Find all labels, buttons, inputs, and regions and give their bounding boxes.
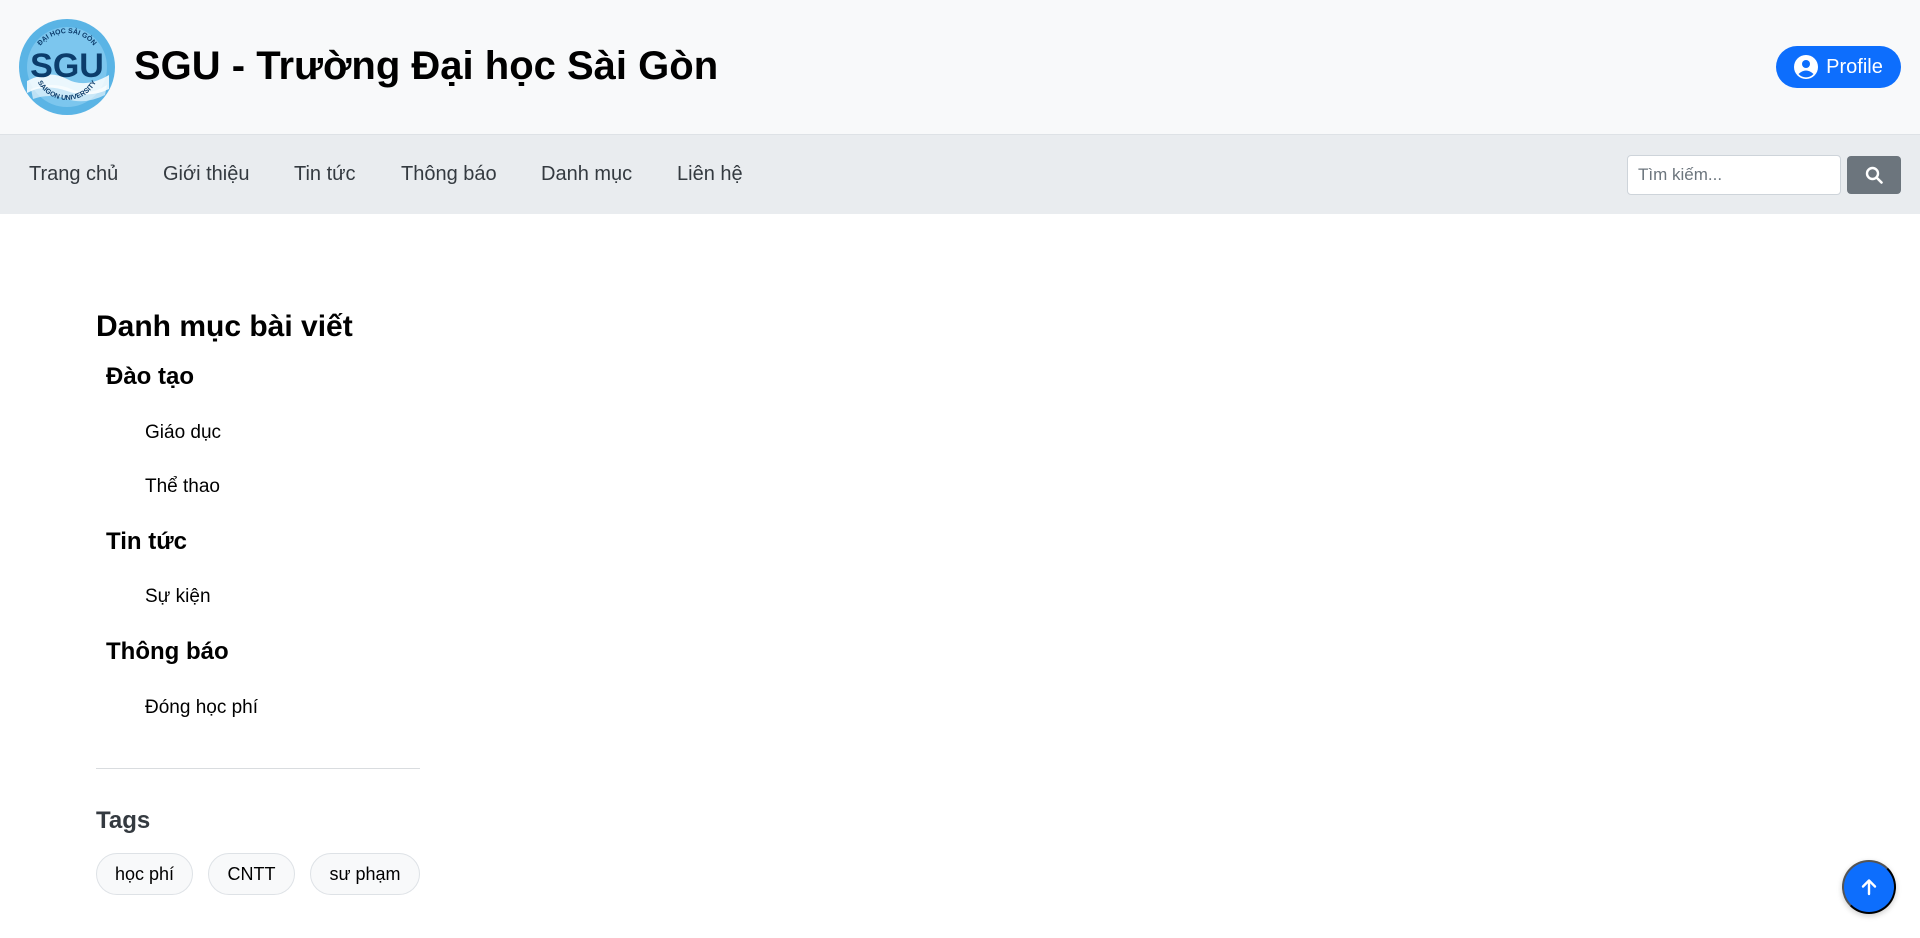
search-icon (1865, 166, 1883, 184)
profile-label: Profile (1826, 55, 1883, 78)
nav-item-categories[interactable]: Danh mục (541, 163, 632, 186)
sgu-logo[interactable]: SGU ĐẠI HỌC SÀI GÒN SAIGON UNIVERSITY (19, 19, 115, 115)
subcategory-su-kien[interactable]: Sự kiện (145, 586, 211, 608)
user-circle-icon (1794, 55, 1819, 79)
sidebar-divider (96, 768, 420, 769)
subcategory-giao-duc[interactable]: Giáo dục (145, 422, 221, 444)
category-tin-tuc[interactable]: Tin tức (106, 528, 187, 556)
tags-title: Tags (96, 807, 151, 834)
back-to-top-button[interactable] (1842, 860, 1896, 914)
svg-text:SGU: SGU (30, 47, 104, 85)
category-thong-bao[interactable]: Thông báo (106, 638, 229, 666)
site-header: SGU ĐẠI HỌC SÀI GÒN SAIGON UNIVERSITY SG… (0, 0, 1920, 134)
tag-cntt[interactable]: CNTT (208, 853, 295, 895)
nav-item-news[interactable]: Tin tức (294, 163, 356, 186)
category-dao-tao[interactable]: Đào tạo (106, 363, 194, 391)
site-title: SGU - Trường Đại học Sài Gòn (134, 44, 719, 88)
search-input[interactable] (1627, 155, 1841, 195)
nav-item-about[interactable]: Giới thiệu (163, 163, 249, 186)
subcategory-dong-hoc-phi[interactable]: Đóng học phí (145, 697, 258, 719)
arrow-up-icon (1861, 879, 1877, 896)
nav-item-home[interactable]: Trang chủ (29, 163, 118, 186)
subcategory-the-thao[interactable]: Thể thao (145, 476, 220, 498)
sidebar-title: Danh mục bài viết (96, 310, 353, 343)
nav-item-announcements[interactable]: Thông báo (401, 163, 497, 186)
profile-button[interactable]: Profile (1776, 46, 1901, 88)
tag-hoc-phi[interactable]: học phí (96, 853, 193, 895)
nav-item-contact[interactable]: Liên hệ (677, 163, 743, 186)
search-button[interactable] (1847, 156, 1901, 194)
tag-su-pham[interactable]: sư phạm (310, 853, 420, 895)
